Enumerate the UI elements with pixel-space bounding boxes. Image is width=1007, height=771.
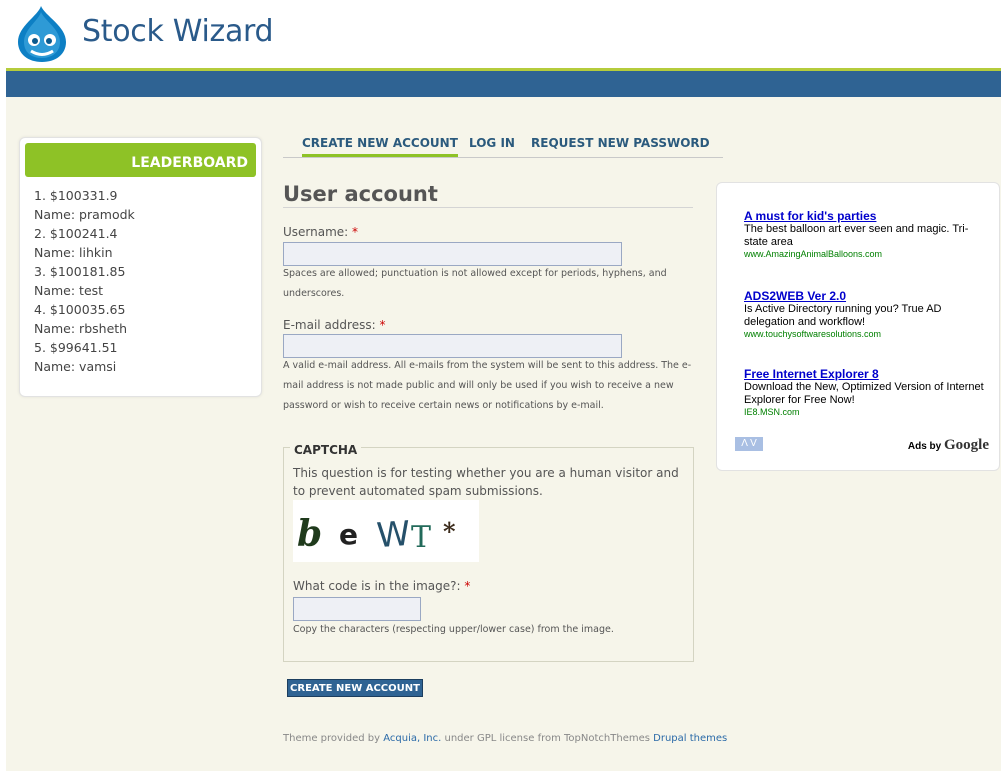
drupal-logo-icon[interactable] <box>14 4 70 64</box>
svg-text:W: W <box>375 514 411 556</box>
leaderboard-name-line: Name: lihkin <box>34 245 113 260</box>
ad-url[interactable]: www.touchysoftwaresolutions.com <box>744 329 989 339</box>
username-label: Username: * <box>283 225 358 239</box>
email-label-text: E-mail address: <box>283 318 376 332</box>
leaderboard-name-line: Name: rbsheth <box>34 321 128 336</box>
google-logo-text: Google <box>944 437 989 453</box>
svg-text:T: T <box>411 520 431 555</box>
ad-url[interactable]: www.AmazingAnimalBalloons.com <box>744 249 989 259</box>
captcha-description: This question is for testing whether you… <box>293 466 679 498</box>
leaderboard-rank-line: 3. $100181.85 <box>34 264 126 279</box>
tab-create-new-account[interactable]: CREATE NEW ACCOUNT <box>302 136 458 157</box>
ad-title-link[interactable]: Free Internet Explorer 8 <box>744 367 989 381</box>
leaderboard-name-line: Name: pramodk <box>34 207 135 222</box>
leaderboard-block: LEADERBOARD 1. $100331.9 Name: pramodk 2… <box>19 137 262 397</box>
leaderboard-title: LEADERBOARD <box>131 155 248 171</box>
ad-item: ADS2WEB Ver 2.0 Is Active Directory runn… <box>744 289 989 339</box>
tab-log-in[interactable]: LOG IN <box>469 136 515 150</box>
captcha-fieldset: CAPTCHA This question is for testing whe… <box>283 443 694 662</box>
username-input[interactable] <box>283 242 622 266</box>
footer-text: under GPL license from TopNotchThemes <box>444 733 650 744</box>
required-marker: * <box>379 318 386 332</box>
create-account-button[interactable]: CREATE NEW ACCOUNT <box>287 679 423 697</box>
footer-text: Theme provided by <box>283 733 381 744</box>
svg-text:b: b <box>297 513 322 555</box>
ads-by-google[interactable]: Ads by Google <box>908 437 989 454</box>
acquia-link[interactable]: Acquia, Inc. <box>383 733 441 744</box>
captcha-image: b e W T * <box>293 500 479 562</box>
svg-text:e: e <box>339 518 358 551</box>
email-label: E-mail address: * <box>283 318 385 332</box>
leaderboard-list: 1. $100331.9 Name: pramodk 2. $100241.4 … <box>34 186 135 376</box>
username-description: Spaces are allowed; punctuation is not a… <box>283 268 667 299</box>
ad-body: The best balloon art ever seen and magic… <box>744 223 969 248</box>
email-input[interactable] <box>283 334 622 358</box>
leaderboard-rank-line: 5. $99641.51 <box>34 340 118 355</box>
ad-title-link[interactable]: A must for kid's parties <box>744 209 989 223</box>
svg-text:*: * <box>443 517 456 546</box>
site-header: Stock Wizard <box>0 0 1007 70</box>
captcha-code-description: Copy the characters (respecting upper/lo… <box>293 624 614 635</box>
ads-by-text: Ads by <box>907 441 942 452</box>
ad-block: A must for kid's parties The best balloo… <box>716 182 1000 471</box>
captcha-legend: CAPTCHA <box>290 443 362 457</box>
ad-choices-icon[interactable]: Λ V <box>735 437 763 451</box>
title-divider <box>283 207 693 208</box>
captcha-image-graphic: b e W T * <box>297 513 456 556</box>
ad-url[interactable]: IE8.MSN.com <box>744 407 989 417</box>
primary-nav-bar <box>6 71 1001 97</box>
email-description: A valid e-mail address. All e-mails from… <box>283 360 692 411</box>
tab-request-new-password[interactable]: REQUEST NEW PASSWORD <box>531 136 710 150</box>
site-name[interactable]: Stock Wizard <box>82 14 274 49</box>
required-marker: * <box>352 225 359 239</box>
leaderboard-rank-line: 4. $100035.65 <box>34 302 126 317</box>
username-label-text: Username: <box>283 225 349 239</box>
leaderboard-header: LEADERBOARD <box>25 143 256 177</box>
ad-item: A must for kid's parties The best balloo… <box>744 209 989 259</box>
drupal-themes-link[interactable]: Drupal themes <box>653 733 727 744</box>
leaderboard-name-line: Name: vamsi <box>34 359 117 374</box>
ad-item: Free Internet Explorer 8 Download the Ne… <box>744 367 989 417</box>
account-tabs: CREATE NEW ACCOUNT LOG IN REQUEST NEW PA… <box>283 128 723 158</box>
captcha-code-input[interactable] <box>293 597 421 621</box>
ad-body: Download the New, Optimized Version of I… <box>744 381 984 406</box>
ad-title-link[interactable]: ADS2WEB Ver 2.0 <box>744 289 989 303</box>
captcha-code-label-text: What code is in the image?: <box>293 579 461 593</box>
leaderboard-rank-line: 2. $100241.4 <box>34 226 118 241</box>
leaderboard-rank-line: 1. $100331.9 <box>34 188 118 203</box>
page-title: User account <box>283 182 438 206</box>
captcha-code-label: What code is in the image?: * <box>293 579 470 593</box>
required-marker: * <box>464 579 471 593</box>
leaderboard-name-line: Name: test <box>34 283 104 298</box>
ad-body: Is Active Directory running you? True AD… <box>744 303 942 328</box>
footer: Theme provided by Acquia, Inc. under GPL… <box>283 733 727 744</box>
